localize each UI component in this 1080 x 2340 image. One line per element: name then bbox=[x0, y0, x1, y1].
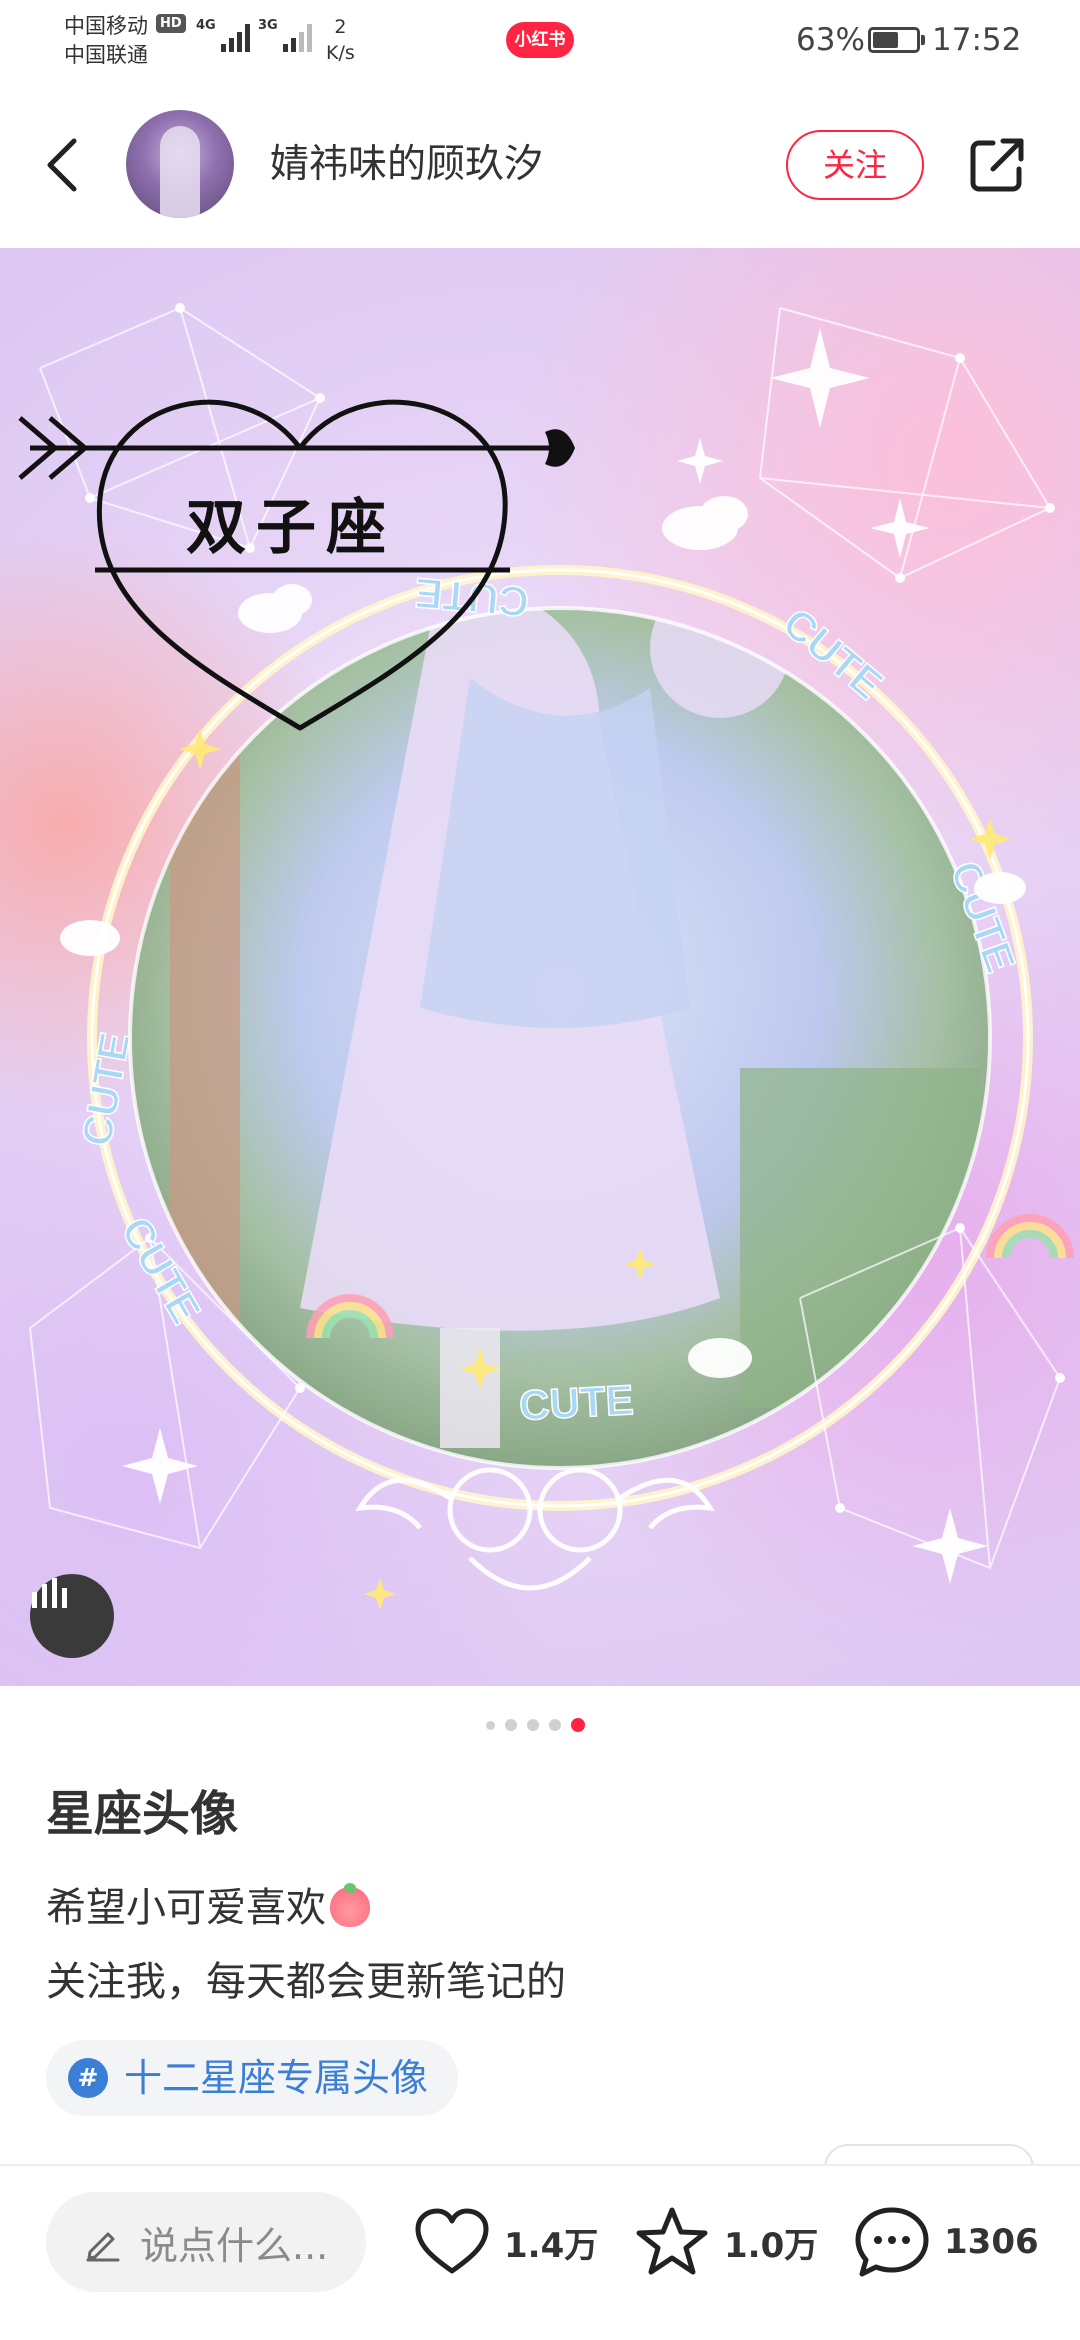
note-title: 星座头像 bbox=[46, 1786, 239, 1842]
net-type-1: 4G bbox=[196, 18, 216, 33]
battery-fill bbox=[873, 32, 898, 48]
peach-emoji-icon bbox=[330, 1883, 370, 1927]
follow-button[interactable]: 关注 bbox=[786, 130, 924, 200]
chevron-left-icon bbox=[47, 138, 77, 192]
pager-dot-active bbox=[571, 1718, 585, 1732]
hd-badge: HD bbox=[156, 14, 186, 33]
speed-value: 2 bbox=[334, 16, 347, 38]
clock: 17:52 bbox=[932, 22, 1022, 58]
comment-placeholder: 说点什么... bbox=[140, 2223, 329, 2268]
share-button[interactable] bbox=[964, 132, 1030, 198]
pager-dot bbox=[549, 1719, 561, 1731]
pager-dot bbox=[486, 1720, 495, 1730]
signal-icon-1: 4G bbox=[196, 18, 250, 52]
battery-icon bbox=[868, 27, 925, 53]
like-button[interactable]: 1.4万 bbox=[414, 2204, 598, 2280]
back-button[interactable] bbox=[36, 132, 88, 198]
note-body-line: 希望小可爱喜欢 bbox=[46, 1880, 370, 1936]
app-badge: 小红书 bbox=[506, 22, 574, 58]
battery-percent: 63% bbox=[796, 22, 865, 58]
ring-word: CUTE bbox=[518, 1376, 635, 1429]
collect-button[interactable]: 1.0万 bbox=[634, 2204, 818, 2280]
hashtag-label: 十二星座专属头像 bbox=[124, 2056, 429, 2100]
speed-unit: K/s bbox=[326, 42, 355, 64]
like-count: 1.4万 bbox=[504, 2225, 599, 2266]
pager-dot bbox=[527, 1719, 539, 1731]
comment-bubble-icon bbox=[855, 2207, 929, 2277]
carrier-2: 中国联通 bbox=[64, 43, 148, 67]
note-body-text-2: 关注我，每天都会更新笔记的 bbox=[46, 1959, 566, 2005]
carrier-1: 中国移动 bbox=[64, 14, 148, 38]
comment-button[interactable]: 1306 bbox=[854, 2204, 1039, 2280]
status-bar: 中国移动 中国联通 HD 4G 3G 2 K/s 小红书 63% 17:52 bbox=[0, 0, 1080, 80]
collect-count: 1.0万 bbox=[724, 2225, 819, 2266]
ring-word: CUTE bbox=[73, 1029, 139, 1150]
pager-dot bbox=[505, 1719, 517, 1731]
carrier-labels: 中国移动 中国联通 bbox=[64, 12, 148, 70]
heart-icon bbox=[415, 2208, 489, 2274]
post-artwork: CUTE CUTE CUTE CUTE CUTE CUTE 双子座 bbox=[18, 303, 1074, 1610]
share-icon bbox=[970, 138, 1024, 192]
signal-icon-2: 3G bbox=[258, 18, 312, 52]
image-pager bbox=[486, 1718, 585, 1732]
net-type-2: 3G bbox=[258, 18, 278, 33]
star-icon bbox=[636, 2207, 708, 2275]
image-caption-gemini: 双子座 bbox=[186, 493, 396, 563]
hashtag-chip[interactable]: # 十二星座专属头像 bbox=[46, 2040, 459, 2116]
post-image[interactable]: CUTE CUTE CUTE CUTE CUTE CUTE 双子座 bbox=[0, 248, 1080, 1686]
audio-bars-icon bbox=[32, 1578, 67, 1608]
comment-input[interactable]: 说点什么... bbox=[46, 2192, 366, 2292]
note-body-text-1: 希望小可爱喜欢 bbox=[46, 1885, 326, 1931]
pen-icon bbox=[86, 2232, 120, 2262]
hashtag-icon: # bbox=[68, 2058, 108, 2098]
network-speed: 2 K/s bbox=[326, 14, 355, 66]
note-header: 婧祎味的顾玖汐 关注 bbox=[0, 100, 1080, 230]
audio-button[interactable] bbox=[30, 1574, 114, 1658]
bottom-action-bar: 说点什么... 1.4万 1.0万 1306 bbox=[0, 2164, 1080, 2340]
comment-count: 1306 bbox=[944, 2222, 1039, 2262]
avatar[interactable] bbox=[126, 110, 234, 218]
author-name[interactable]: 婧祎味的顾玖汐 bbox=[270, 138, 543, 192]
